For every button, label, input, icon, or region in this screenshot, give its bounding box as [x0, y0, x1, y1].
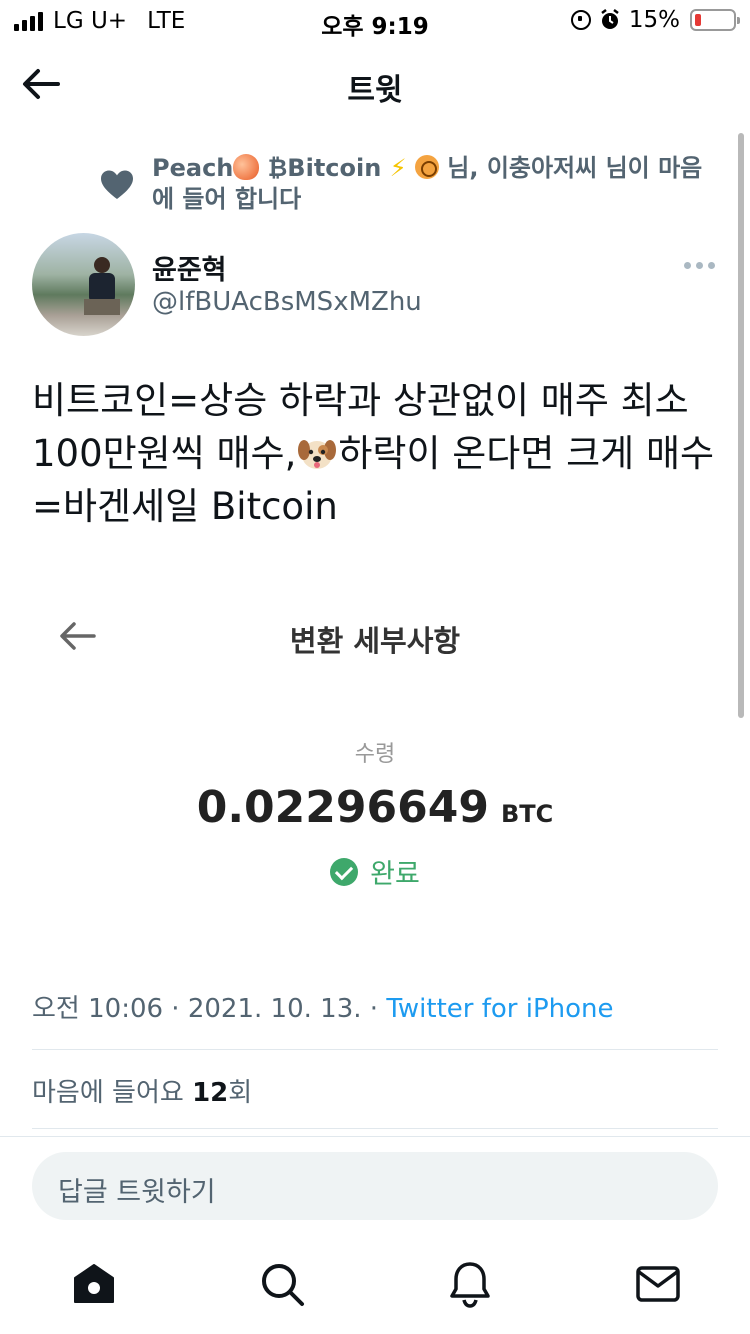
battery-fill [695, 14, 701, 26]
status-text: 완료 [370, 859, 420, 890]
attached-image[interactable]: 변환 세부사항 수령 0.02296649 BTC 완료 [0, 590, 750, 920]
tweet-source-link[interactable]: Twitter for iPhone [386, 994, 613, 1024]
messages-icon [636, 1266, 680, 1302]
divider [32, 1128, 718, 1129]
status-bar: LG U+ LTE 오후 9:19 15% [0, 0, 750, 40]
avatar-photo [84, 257, 120, 315]
battery-icon [690, 9, 740, 31]
alarm-icon [601, 9, 619, 29]
tweet-date: 2021. 10. 13. [187, 994, 362, 1024]
liker-name-part1: Peach [152, 154, 234, 182]
likes-suffix: 회 [228, 1078, 253, 1108]
scrollbar[interactable] [738, 133, 744, 718]
tweet-meta: 오전 10:06 · 2021. 10. 13. · Twitter for i… [32, 988, 614, 1025]
reply-placeholder: 답글 트윗하기 [58, 1177, 216, 1208]
more-options-button[interactable] [684, 262, 716, 270]
tab-messages[interactable] [634, 1260, 682, 1308]
tweet-text: 비트코인=상승 하락과 상관없이 매주 최소 100만원씩 매수, 하락이 온다… [32, 374, 722, 533]
likes-count: 12 [192, 1078, 229, 1108]
amount-value: 0.02296649 [196, 782, 489, 833]
search-icon [262, 1264, 304, 1306]
tab-bar [0, 1250, 750, 1334]
more-dot [684, 262, 691, 269]
orientation-lock-icon [570, 10, 591, 30]
notifications-icon [450, 1262, 490, 1308]
lightning-emoji-icon: ⚡ [389, 154, 407, 182]
more-dot [708, 262, 715, 269]
battery-percent: 15% [628, 7, 680, 33]
dog-emoji-icon [298, 440, 337, 469]
liker-name-part2: Bitcoin [287, 154, 382, 182]
tab-home[interactable] [70, 1260, 118, 1308]
home-icon [74, 1264, 114, 1303]
biohazard-emoji-icon [414, 155, 439, 179]
heart-icon [101, 170, 133, 199]
likes-row[interactable]: 마음에 들어요 12회 [32, 1072, 252, 1109]
bitcoin-symbol: ₿ [267, 154, 288, 182]
tab-notifications[interactable] [446, 1260, 494, 1308]
social-context-text[interactable]: Peach ₿Bitcoin ⚡ 님, 이충아저씨 님이 마음에 들어 합니다 [152, 153, 722, 215]
divider [32, 1049, 718, 1050]
embed-title: 변환 세부사항 [289, 624, 461, 658]
nav-header: 트윗 [0, 50, 750, 116]
more-dot [696, 262, 703, 269]
page-title: 트윗 [347, 73, 403, 108]
author-name[interactable]: 윤준혁 [152, 248, 227, 287]
embed-amount: 0.02296649 BTC [0, 782, 750, 833]
reply-input[interactable]: 답글 트윗하기 [32, 1152, 718, 1220]
battery-cap [737, 17, 740, 24]
author-handle[interactable]: @lfBUAcBsMSxMZhu [152, 287, 422, 317]
tweet-time: 오전 10:06 [32, 994, 164, 1024]
avatar[interactable] [32, 233, 135, 336]
reply-divider [0, 1136, 750, 1137]
meta-separator: · [163, 994, 188, 1024]
status-bar-right: 15% [570, 7, 740, 33]
check-circle-icon [330, 857, 359, 886]
amount-unit: BTC [500, 800, 554, 828]
likes-label: 마음에 들어요 [32, 1078, 184, 1108]
meta-separator: · [361, 994, 387, 1024]
embed-status: 완료 [0, 852, 750, 891]
embed-label: 수령 [354, 742, 396, 767]
tab-search[interactable] [258, 1260, 306, 1308]
peach-emoji-icon [233, 154, 260, 180]
